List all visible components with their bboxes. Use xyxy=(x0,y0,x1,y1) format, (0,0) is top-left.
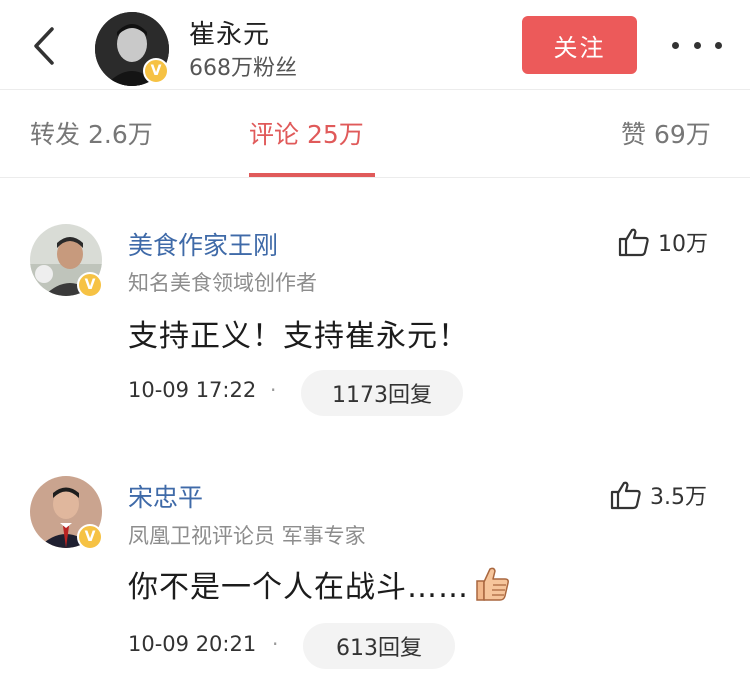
commenter-title: 凤凰卫视评论员 军事专家 xyxy=(128,524,366,548)
like-button[interactable]: 3.5万 xyxy=(610,479,707,511)
commenter-title: 知名美食领域创作者 xyxy=(128,271,317,295)
tab-comments[interactable]: 评论 25万 xyxy=(249,115,364,151)
tab-label: 评论 xyxy=(249,120,300,149)
reply-count-button[interactable]: 1173回复 xyxy=(301,370,463,416)
more-options-button[interactable] xyxy=(672,30,722,60)
thumbs-up-emoji xyxy=(476,567,509,601)
comment-time: 10-09 17:22 xyxy=(128,378,257,402)
chevron-left-icon xyxy=(34,27,54,65)
more-dots-icon xyxy=(715,41,722,49)
tab-label: 转发 xyxy=(30,120,81,149)
tab-count: 69万 xyxy=(653,120,711,149)
comment-text: 你不是一个人在战斗…… xyxy=(128,570,469,605)
more-dots-icon xyxy=(672,41,679,49)
header-divider xyxy=(0,89,750,90)
more-dots-icon xyxy=(693,41,701,49)
fan-count: 668万粉丝 xyxy=(189,56,297,81)
separator-dot: · xyxy=(270,378,277,402)
verified-badge-icon: V xyxy=(143,58,169,84)
follow-button[interactable]: 关注 xyxy=(522,16,637,74)
comment-text: 支持正义！支持崔永元！ xyxy=(128,319,469,354)
comment-body: 你不是一个人在战斗…… xyxy=(128,562,511,606)
thumbs-up-icon xyxy=(618,228,649,257)
tab-label: 赞 xyxy=(621,120,647,149)
tab-reposts[interactable]: 转发 2.6万 xyxy=(30,115,153,151)
commenter-name[interactable]: 美食作家王刚 xyxy=(128,226,278,262)
tab-count: 25万 xyxy=(306,120,364,149)
comment-time: 10-09 20:21 xyxy=(128,632,257,656)
thumbs-up-icon xyxy=(610,481,641,510)
like-button[interactable]: 10万 xyxy=(618,226,708,258)
commenter-name[interactable]: 宋忠平 xyxy=(128,478,203,514)
like-count: 3.5万 xyxy=(650,485,707,510)
profile-name: 崔永元 xyxy=(189,20,271,50)
reply-count-button[interactable]: 613回复 xyxy=(303,623,455,669)
tabs-divider xyxy=(0,177,750,178)
verified-badge-icon: V xyxy=(77,272,103,298)
back-button[interactable] xyxy=(28,26,62,66)
like-count: 10万 xyxy=(658,232,708,257)
verified-badge-icon: V xyxy=(77,524,103,550)
tab-count: 2.6万 xyxy=(87,120,153,149)
tab-likes[interactable]: 赞 69万 xyxy=(621,115,711,151)
separator-dot: · xyxy=(272,632,279,656)
